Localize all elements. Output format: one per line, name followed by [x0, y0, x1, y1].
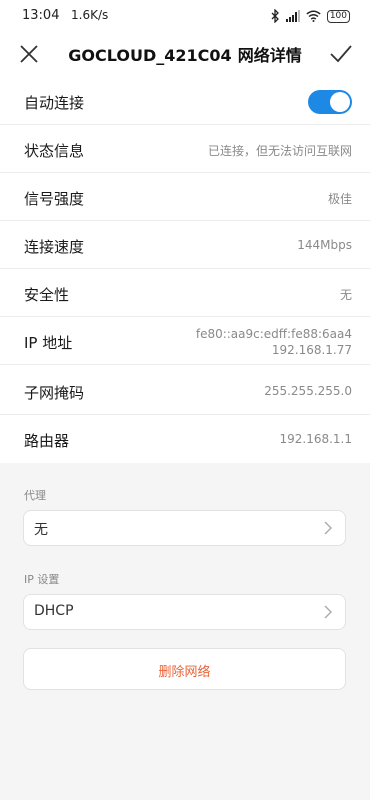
close-icon[interactable] — [16, 41, 42, 67]
checkmark-icon[interactable] — [328, 41, 354, 67]
delete-network-button[interactable]: 删除网络 — [23, 648, 346, 690]
status-bar: 13:04 1.6K/s 100 — [0, 0, 370, 32]
proxy-label: 代理 — [24, 489, 46, 502]
row-label: 状态信息 — [24, 142, 85, 160]
row-label: 子网掩码 — [24, 384, 85, 402]
row-value: 已连接，但无法访问互联网 — [207, 144, 352, 158]
proxy-select[interactable]: 无 — [23, 510, 346, 546]
page-subtitle: 网络详情 — [237, 46, 302, 65]
ip-settings-select[interactable]: DHCP — [23, 594, 346, 630]
proxy-value: 无 — [34, 522, 48, 538]
link-speed-row: 连接速度 144Mbps — [0, 221, 370, 269]
row-value: 无 — [339, 288, 352, 302]
page-title: GOCLOUD_421C04 网络详情 — [50, 42, 320, 66]
security-row: 安全性 无 — [0, 269, 370, 317]
delete-network-label: 删除网络 — [158, 665, 211, 680]
row-label: 连接速度 — [24, 238, 85, 256]
chevron-right-icon — [324, 605, 332, 619]
header: GOCLOUD_421C04 网络详情 — [0, 32, 370, 77]
ip-settings-value: DHCP — [34, 603, 74, 619]
row-value: 255.255.255.0 — [264, 384, 352, 398]
row-value: 192.168.1.1 — [279, 432, 352, 446]
row-value: fe80::aa9c:edff:fe88:6aa4 192.168.1.77 — [196, 326, 352, 358]
auto-connect-row[interactable]: 自动连接 — [0, 77, 370, 125]
auto-connect-toggle[interactable] — [308, 90, 352, 114]
ip-settings-label: IP 设置 — [24, 573, 60, 586]
row-label: 路由器 — [24, 432, 70, 450]
bluetooth-icon — [271, 9, 279, 23]
ipv6-address: fe80::aa9c:edff:fe88:6aa4 — [195, 327, 352, 341]
network-speed: 1.6K/s — [71, 8, 109, 22]
status-time: 13:04 — [22, 8, 60, 23]
auto-connect-label: 自动连接 — [24, 94, 85, 112]
status-info-row: 状态信息 已连接，但无法访问互联网 — [0, 125, 370, 173]
signal-icon — [285, 10, 300, 22]
row-value: 极佳 — [327, 192, 352, 206]
ipv4-address: 192.168.1.77 — [271, 343, 352, 357]
subnet-mask-row: 子网掩码 255.255.255.0 — [0, 367, 370, 415]
row-label: 安全性 — [24, 286, 70, 304]
row-value: 144Mbps — [297, 238, 352, 252]
row-label: IP 地址 — [24, 334, 73, 352]
chevron-right-icon — [324, 521, 332, 535]
status-icons: 100 — [271, 8, 350, 24]
network-details-card: 自动连接 状态信息 已连接，但无法访问互联网 信号强度 极佳 连接速度 144M… — [0, 77, 370, 463]
row-label: 信号强度 — [24, 190, 85, 208]
toggle-knob — [330, 92, 350, 112]
battery-icon: 100 — [326, 9, 350, 23]
network-name: GOCLOUD_421C04 — [68, 46, 232, 65]
signal-strength-row: 信号强度 极佳 — [0, 173, 370, 221]
router-row: 路由器 192.168.1.1 — [0, 415, 370, 463]
ip-address-row: IP 地址 fe80::aa9c:edff:fe88:6aa4 192.168.… — [0, 317, 370, 365]
wifi-icon — [306, 10, 321, 22]
